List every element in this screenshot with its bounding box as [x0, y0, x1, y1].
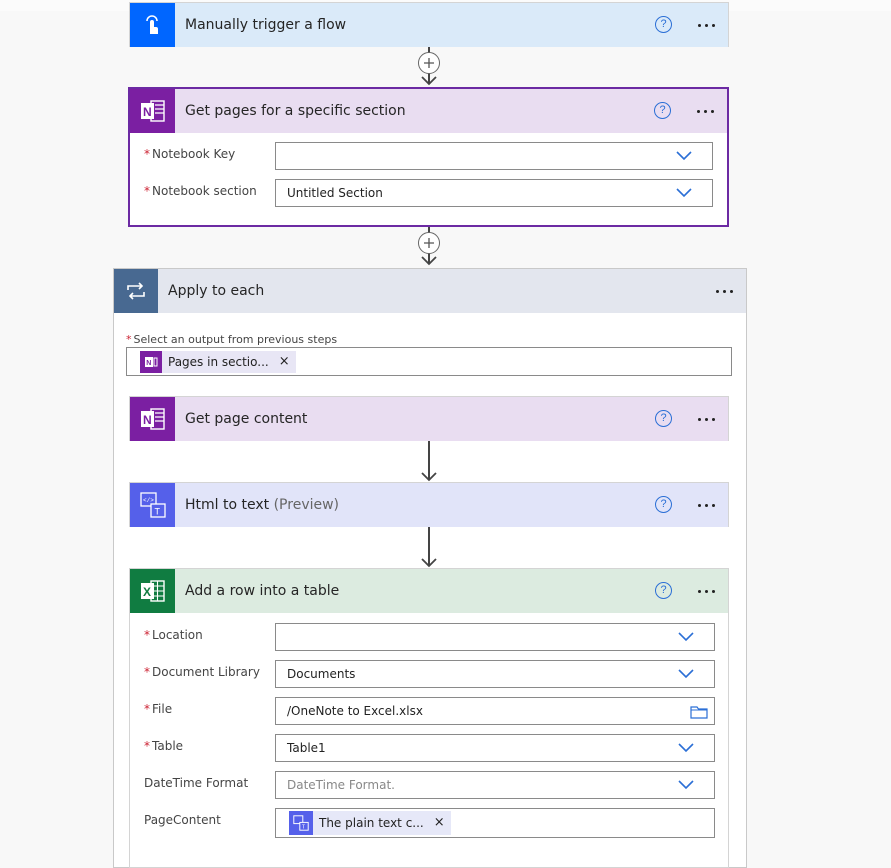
- help-icon[interactable]: ?: [655, 16, 672, 33]
- file-input[interactable]: /OneNote to Excel.xlsx: [275, 697, 715, 725]
- chevron-down-icon[interactable]: [678, 669, 694, 679]
- chevron-down-icon[interactable]: [676, 151, 692, 161]
- more-options-icon[interactable]: [710, 279, 738, 303]
- more-options-icon[interactable]: [692, 407, 720, 431]
- onenote-icon: N: [140, 351, 162, 373]
- get-pages-title: Get pages for a specific section: [185, 103, 406, 119]
- notebook-section-dropdown[interactable]: Untitled Section: [275, 179, 713, 207]
- html-to-text-icon: </> T: [130, 483, 175, 527]
- more-options-icon[interactable]: [692, 13, 720, 37]
- select-output-input[interactable]: N Pages in sectio... ×: [126, 347, 732, 376]
- table-label: * Table: [144, 739, 184, 753]
- arrow-down-icon: [421, 472, 437, 482]
- notebook-key-label: * Notebook Key: [144, 147, 236, 161]
- pages-token-label: Pages in sectio...: [168, 355, 269, 369]
- more-options-icon[interactable]: [692, 493, 720, 517]
- apply-to-each-header[interactable]: Apply to each: [114, 269, 746, 313]
- html-to-text-header[interactable]: </> T Html to text (Preview) ?: [130, 483, 728, 527]
- get-pages-header[interactable]: N Get pages for a specific section ?: [130, 89, 727, 133]
- svg-text:X: X: [143, 585, 151, 599]
- plain-text-token[interactable]: T The plain text c... ×: [289, 811, 451, 835]
- more-options-icon[interactable]: [691, 99, 719, 123]
- add-row-title: Add a row into a table: [185, 583, 340, 599]
- folder-icon[interactable]: [690, 705, 708, 719]
- location-label: * Location: [144, 628, 203, 642]
- chevron-down-icon[interactable]: [676, 188, 692, 198]
- file-label: * File: [144, 702, 173, 716]
- get-page-content-header[interactable]: N Get page content ?: [130, 397, 728, 441]
- page-content-input[interactable]: T The plain text c... ×: [275, 808, 715, 838]
- notebook-section-label: * Notebook section: [144, 184, 257, 198]
- more-options-icon[interactable]: [692, 579, 720, 603]
- onenote-icon: N: [130, 397, 175, 441]
- help-icon[interactable]: ?: [655, 496, 672, 513]
- onenote-icon: N: [130, 89, 175, 133]
- chevron-down-icon[interactable]: [678, 743, 694, 753]
- notebook-section-value: Untitled Section: [287, 186, 383, 200]
- datetime-format-label: DateTime Format: [144, 776, 249, 790]
- trigger-title: Manually trigger a flow: [185, 17, 347, 33]
- select-output-label: * Select an output from previous steps: [126, 333, 338, 346]
- remove-token-icon[interactable]: ×: [279, 349, 290, 375]
- get-page-content-card[interactable]: N Get page content ?: [129, 396, 729, 441]
- arrow-down-icon: [421, 558, 437, 568]
- file-value: /OneNote to Excel.xlsx: [287, 704, 423, 718]
- get-pages-card[interactable]: N Get pages for a specific section ? * No…: [128, 87, 729, 227]
- svg-text:N: N: [143, 413, 152, 427]
- notebook-key-dropdown[interactable]: [275, 142, 713, 170]
- help-icon[interactable]: ?: [655, 582, 672, 599]
- add-step-icon[interactable]: [418, 52, 440, 74]
- excel-icon: X: [130, 569, 175, 613]
- get-page-content-title: Get page content: [185, 411, 308, 427]
- plain-text-token-label: The plain text c...: [319, 816, 424, 830]
- add-step-icon[interactable]: [418, 232, 440, 254]
- arrow-down-icon: [421, 256, 437, 266]
- svg-text:N: N: [143, 105, 152, 119]
- html-to-text-title: Html to text (Preview): [185, 497, 340, 513]
- touch-hand-icon: [130, 3, 175, 47]
- loop-icon: [114, 269, 158, 313]
- document-library-label: * Document Library: [144, 665, 260, 679]
- help-icon[interactable]: ?: [655, 410, 672, 427]
- chevron-down-icon[interactable]: [678, 780, 694, 790]
- trigger-header[interactable]: Manually trigger a flow ?: [130, 3, 728, 47]
- svg-text:N: N: [146, 360, 151, 367]
- add-row-card[interactable]: X Add a row into a table ? * Location * Do…: [129, 568, 729, 868]
- preview-label: (Preview): [273, 497, 340, 513]
- html-to-text-icon: T: [289, 811, 313, 835]
- location-dropdown[interactable]: [275, 623, 715, 651]
- add-row-header[interactable]: X Add a row into a table ?: [130, 569, 728, 613]
- page-content-label: PageContent: [144, 813, 221, 827]
- pages-token[interactable]: N Pages in sectio... ×: [140, 351, 296, 373]
- trigger-card[interactable]: Manually trigger a flow ?: [129, 2, 729, 47]
- datetime-format-placeholder: DateTime Format.: [287, 778, 395, 792]
- datetime-format-dropdown[interactable]: DateTime Format.: [275, 771, 715, 799]
- remove-token-icon[interactable]: ×: [434, 810, 445, 836]
- svg-text:</>: </>: [143, 497, 154, 504]
- arrow-down-icon: [421, 76, 437, 86]
- html-to-text-card[interactable]: </> T Html to text (Preview) ?: [129, 482, 729, 527]
- chevron-down-icon[interactable]: [678, 632, 694, 642]
- apply-to-each-title: Apply to each: [168, 283, 265, 299]
- document-library-value: Documents: [287, 667, 356, 681]
- svg-text:T: T: [154, 507, 160, 517]
- document-library-dropdown[interactable]: Documents: [275, 660, 715, 688]
- table-dropdown[interactable]: Table1: [275, 734, 715, 762]
- help-icon[interactable]: ?: [654, 102, 671, 119]
- table-value: Table1: [287, 741, 326, 755]
